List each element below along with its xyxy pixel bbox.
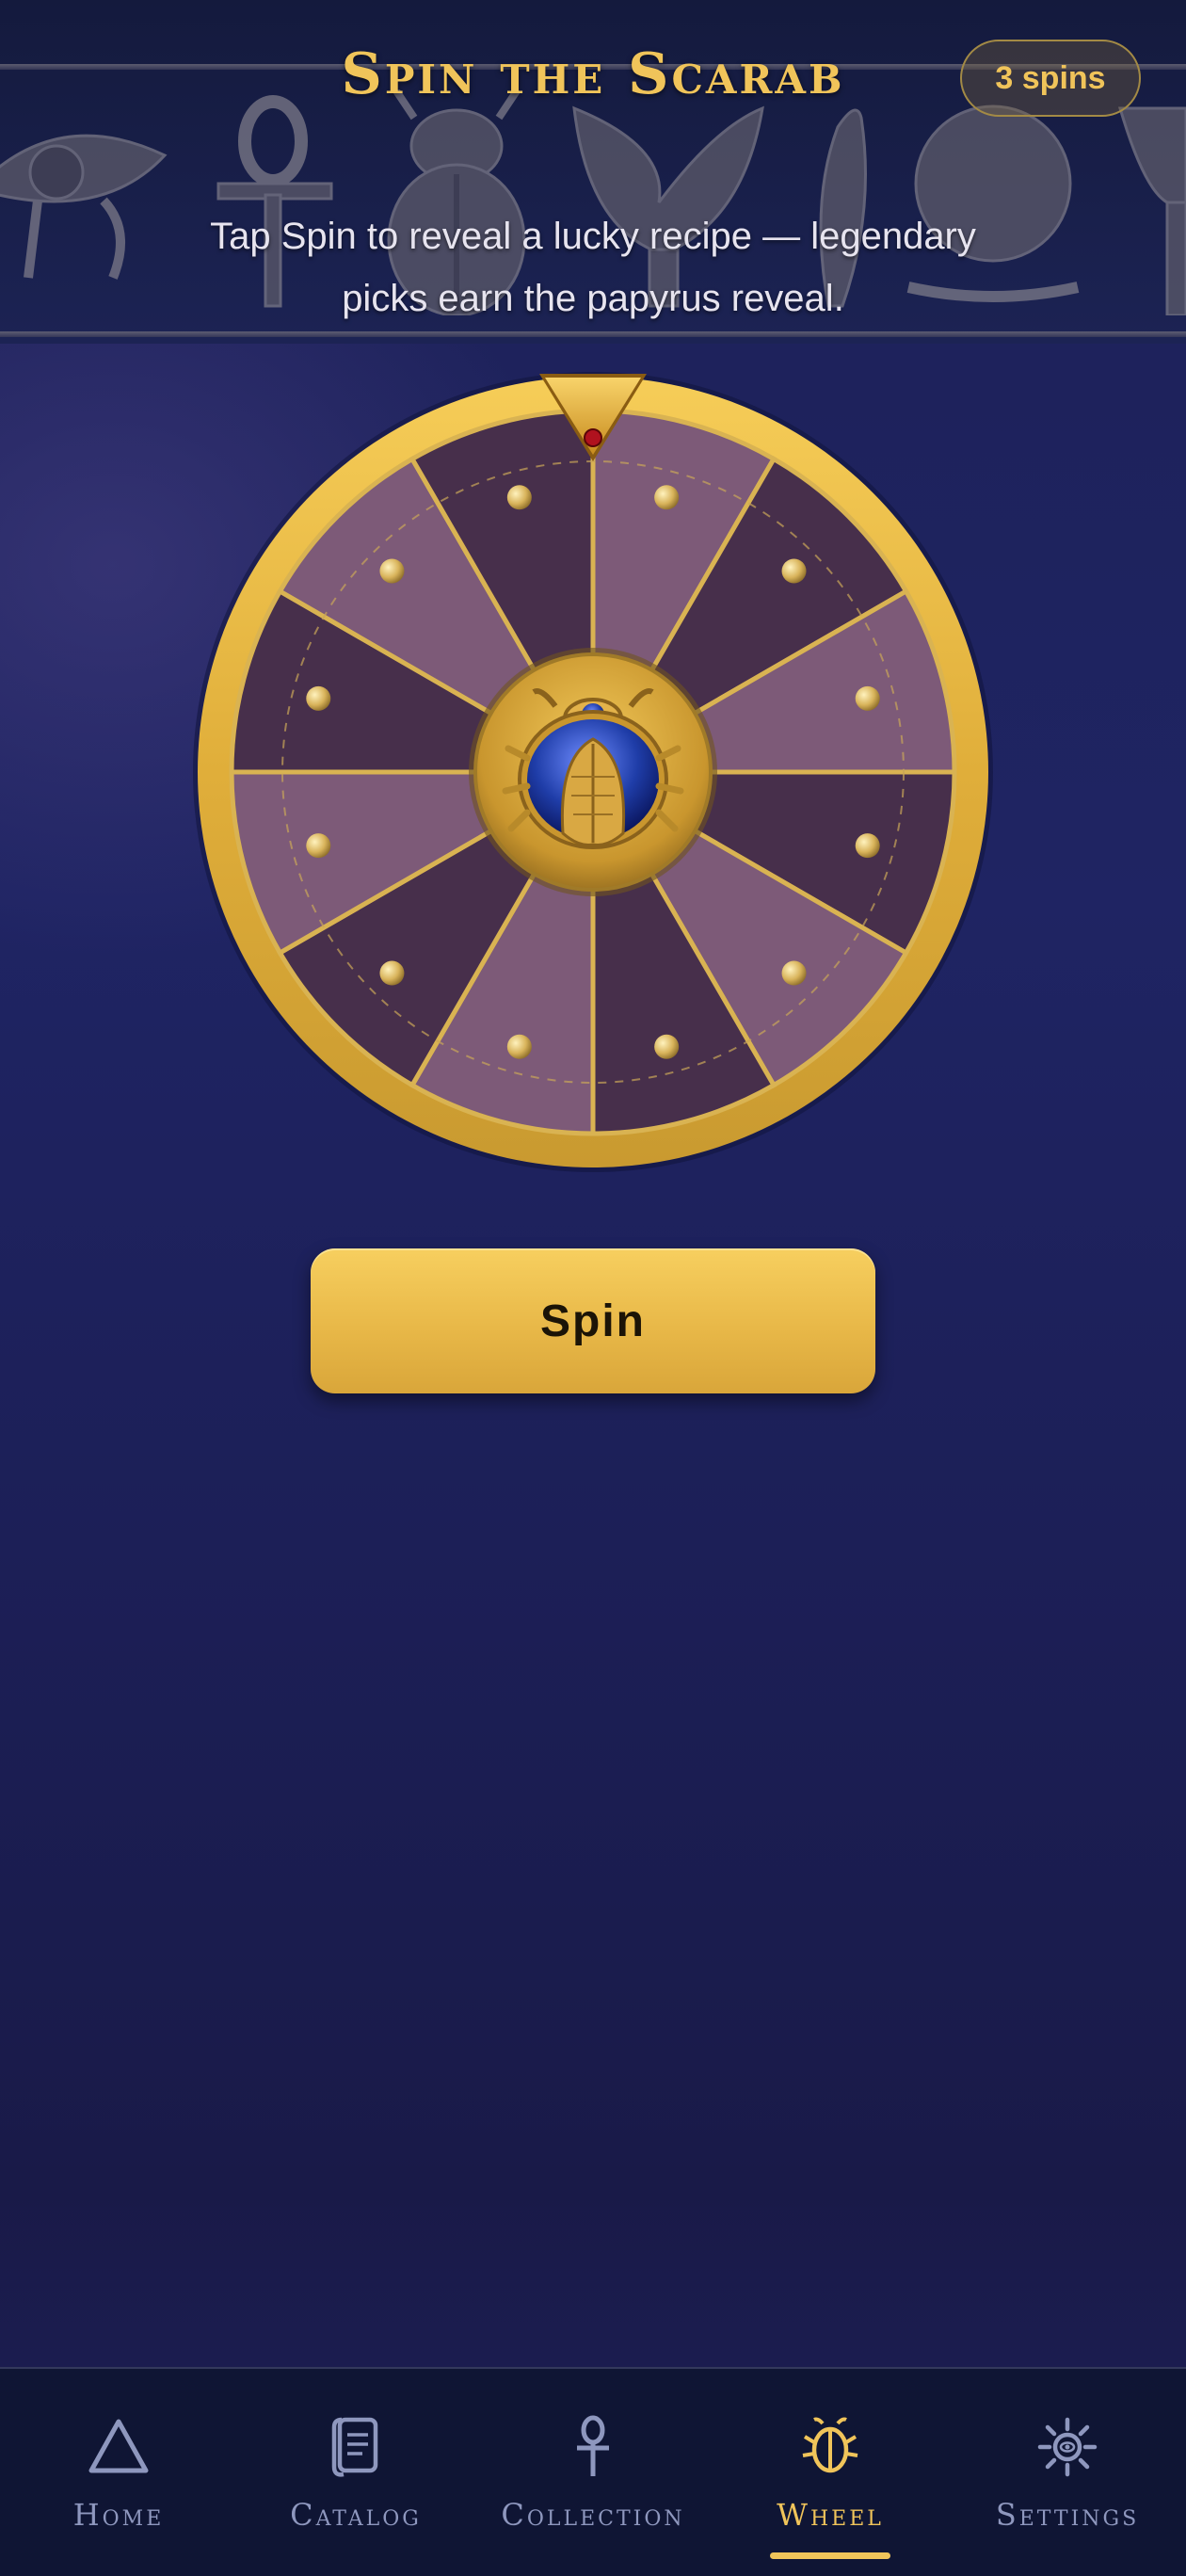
nav-label-home: Home xyxy=(72,2497,165,2533)
nav-item-wheel[interactable]: Wheel xyxy=(712,2369,949,2576)
wheel-stud xyxy=(654,485,680,510)
header-banner: Spin the Scarab 3 spins Tap Spin to reve… xyxy=(0,0,1186,344)
wheel-stud xyxy=(654,1034,680,1059)
nav-label-collection: Collection xyxy=(501,2497,685,2533)
scarab-icon xyxy=(802,2417,858,2473)
nav-item-collection[interactable]: Collection xyxy=(474,2369,712,2576)
wheel-stud xyxy=(379,960,405,986)
nav-item-settings[interactable]: Settings xyxy=(949,2369,1186,2576)
wheel-stud xyxy=(781,558,807,584)
prize-wheel[interactable] xyxy=(184,362,1002,1182)
instructions-line-2: picks earn the papyrus reveal. xyxy=(342,278,844,319)
ankh-icon xyxy=(577,2415,609,2476)
wheel-stud xyxy=(379,558,405,584)
nav-item-home[interactable]: Home xyxy=(0,2369,237,2576)
nav-label-catalog: Catalog xyxy=(290,2497,422,2533)
bottom-nav: Home Catalog Collection Wheel Settings xyxy=(0,2367,1186,2576)
papyrus-icon xyxy=(1117,106,1186,315)
wheel-stud xyxy=(855,685,880,711)
spin-button[interactable]: Spin xyxy=(311,1248,875,1393)
wheel-stud xyxy=(781,960,807,986)
nav-label-settings: Settings xyxy=(995,2497,1140,2533)
pyramid-icon xyxy=(88,2419,149,2473)
instructions-line-1: Tap Spin to reveal a lucky recipe — lege… xyxy=(210,216,976,257)
instructions-text: Tap Spin to reveal a lucky recipe — lege… xyxy=(122,205,1064,330)
wheel-stud xyxy=(506,485,532,510)
nav-item-catalog[interactable]: Catalog xyxy=(237,2369,474,2576)
spins-count-badge: 3 spins xyxy=(960,40,1141,117)
frieze-border-bottom xyxy=(0,331,1186,337)
scroll-icon xyxy=(331,2417,378,2477)
wheel-stud xyxy=(855,833,880,859)
prize-wheel-graphic xyxy=(193,372,993,1172)
wheel-stud xyxy=(306,833,331,859)
active-tab-indicator xyxy=(770,2552,890,2559)
nav-label-wheel: Wheel xyxy=(777,2497,884,2533)
wheel-stud xyxy=(506,1034,532,1059)
sun-gear-icon xyxy=(1037,2417,1098,2477)
wheel-stud xyxy=(306,685,331,711)
